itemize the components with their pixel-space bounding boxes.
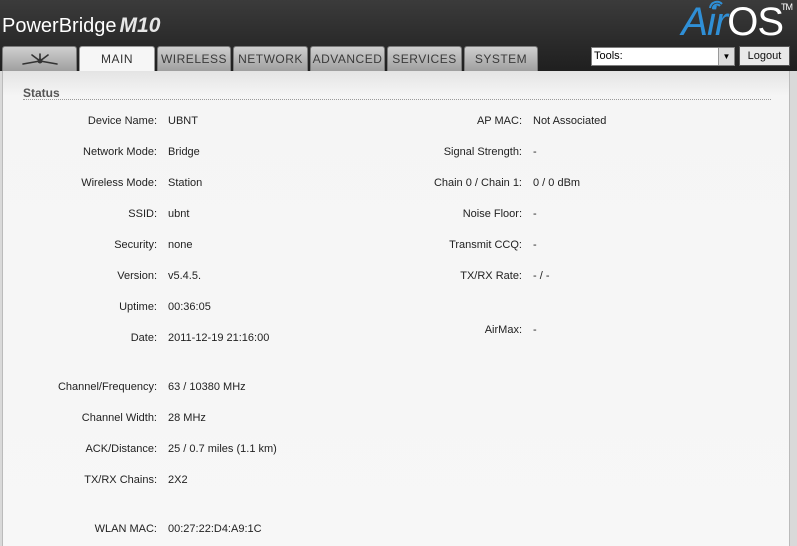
status-panel: Status Device Name: UBNT Network Mode: B… bbox=[2, 71, 790, 546]
network-mode-value: Bridge bbox=[168, 146, 200, 158]
section-title: Status bbox=[23, 86, 60, 100]
tab-network[interactable]: NETWORK bbox=[233, 46, 308, 71]
channel-width-label: Channel Width: bbox=[81, 412, 157, 424]
device-name-label: Device Name: bbox=[87, 115, 157, 127]
airos-logo-tm: TM bbox=[781, 2, 793, 12]
airos-logo-os: OS bbox=[727, 0, 784, 44]
ap-mac-value: Not Associated bbox=[533, 115, 607, 127]
signal-strength-value: - bbox=[533, 146, 537, 158]
product-model: M10 bbox=[119, 14, 161, 37]
ap-mac-label: AP MAC: bbox=[476, 115, 522, 127]
ssid-value: ubnt bbox=[168, 208, 190, 220]
chevron-down-icon[interactable]: ▼ bbox=[718, 48, 734, 65]
tab-main[interactable]: MAIN bbox=[79, 46, 155, 72]
date-value: 2011-12-19 21:16:00 bbox=[168, 332, 270, 344]
main-tabs: MAIN WIRELESS NETWORK ADVANCED SERVICES … bbox=[2, 46, 540, 72]
network-mode-label: Network Mode: bbox=[83, 146, 157, 158]
tab-advanced[interactable]: ADVANCED bbox=[310, 46, 385, 71]
tab-system[interactable]: SYSTEM bbox=[464, 46, 538, 71]
logout-button[interactable]: Logout bbox=[739, 46, 790, 66]
txrx-rate-label: TX/RX Rate: bbox=[460, 270, 522, 282]
transmit-ccq-value: - bbox=[533, 239, 537, 251]
wlan-mac-value: 00:27:22:D4:A9:1C bbox=[168, 523, 262, 535]
ack-distance-value: 25 / 0.7 miles (1.1 km) bbox=[168, 443, 277, 455]
header-bar: PowerBridge M10 AirOS TM MAIN WIRELESS NE… bbox=[0, 0, 797, 72]
txrx-chains-label: TX/RX Chains: bbox=[84, 474, 157, 486]
section-divider bbox=[23, 99, 771, 100]
wireless-mode-value: Station bbox=[168, 177, 203, 189]
tools-select[interactable]: Tools: ▼ bbox=[591, 47, 735, 66]
ssid-label: SSID: bbox=[128, 208, 157, 220]
noise-floor-value: - bbox=[533, 208, 537, 220]
version-value: v5.4.5. bbox=[168, 270, 202, 282]
transmit-ccq-label: Transmit CCQ: bbox=[449, 239, 522, 251]
tools-select-value: Tools: bbox=[594, 50, 623, 62]
product-name: PowerBridge M10 bbox=[2, 14, 160, 38]
tab-services[interactable]: SERVICES bbox=[387, 46, 462, 71]
ack-distance-label: ACK/Distance: bbox=[85, 443, 157, 455]
channel-width-value: 28 MHz bbox=[168, 412, 206, 424]
security-label: Security: bbox=[114, 239, 157, 251]
txrx-chains-value: 2X2 bbox=[168, 474, 188, 486]
channel-frequency-value: 63 / 10380 MHz bbox=[168, 381, 246, 393]
wlan-mac-label: WLAN MAC: bbox=[94, 523, 157, 535]
uptime-label: Uptime: bbox=[119, 301, 157, 313]
airmax-value: - bbox=[533, 324, 537, 336]
airos-logo: AirOS TM bbox=[681, 0, 793, 45]
signal-strength-label: Signal Strength: bbox=[443, 146, 522, 158]
chain-value: 0 / 0 dBm bbox=[533, 177, 581, 189]
channel-frequency-label: Channel/Frequency: bbox=[57, 381, 157, 393]
chain-label: Chain 0 / Chain 1: bbox=[433, 177, 522, 189]
date-label: Date: bbox=[130, 332, 157, 344]
noise-floor-label: Noise Floor: bbox=[462, 208, 522, 220]
version-label: Version: bbox=[117, 270, 157, 282]
tab-wireless[interactable]: WIRELESS bbox=[157, 46, 231, 71]
security-value: none bbox=[168, 239, 193, 251]
uptime-value: 00:36:05 bbox=[168, 301, 211, 313]
ubiquiti-logo-icon bbox=[21, 53, 58, 65]
device-name-value: UBNT bbox=[168, 115, 198, 127]
wireless-mode-label: Wireless Mode: bbox=[81, 177, 157, 189]
airmax-label: AirMax: bbox=[484, 324, 522, 336]
txrx-rate-value: - / - bbox=[533, 270, 550, 282]
airos-wifi-icon bbox=[709, 0, 724, 10]
product-label: PowerBridge bbox=[2, 15, 117, 37]
tab-ubiquiti-logo[interactable] bbox=[2, 46, 77, 71]
